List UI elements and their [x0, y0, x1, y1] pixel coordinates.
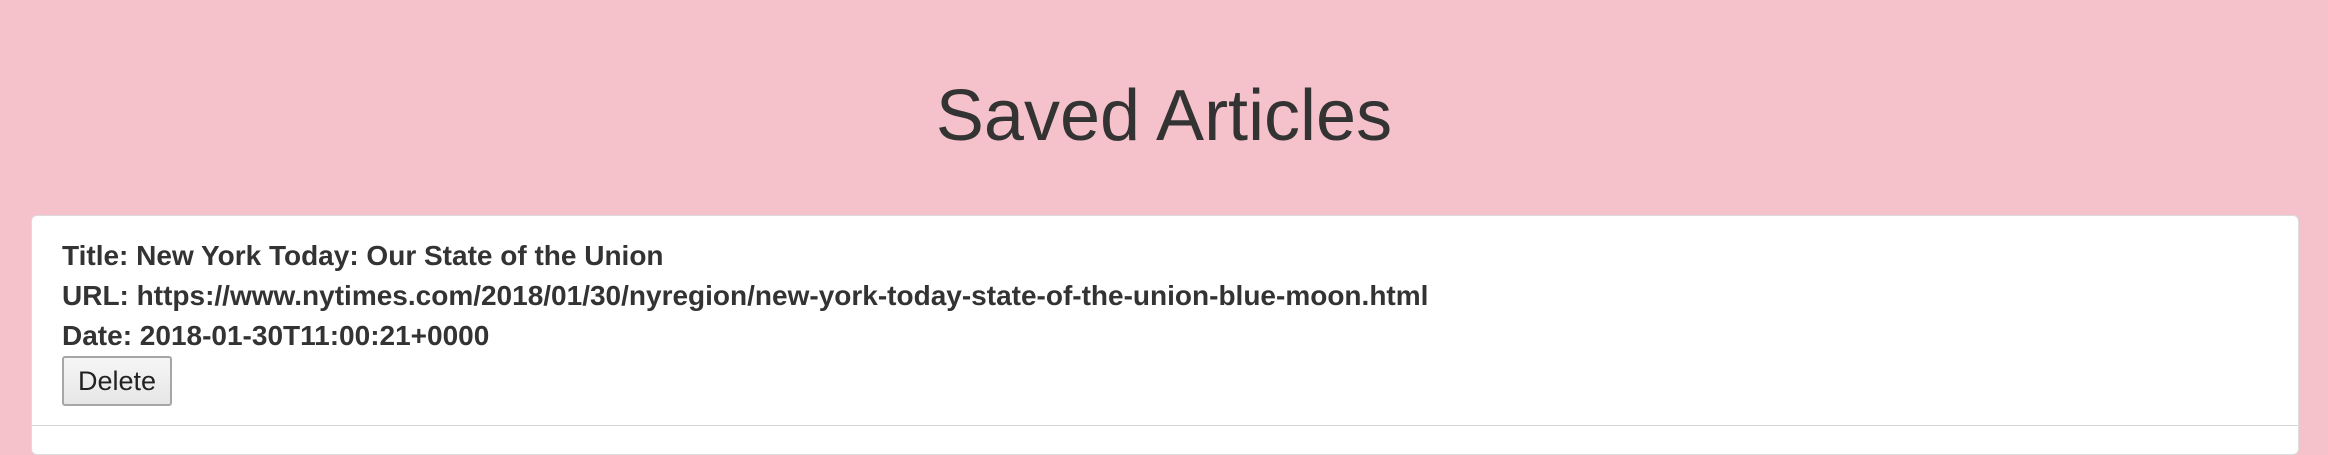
article-details: Title: New York Today: Our State of the …	[62, 236, 2278, 406]
card-divider	[32, 425, 2298, 426]
delete-button[interactable]: Delete	[62, 356, 173, 406]
article-title: Title: New York Today: Our State of the …	[62, 240, 664, 271]
page-title: Saved Articles	[935, 76, 1393, 156]
article-date: Date: 2018-01-30T11:00:21+0000	[62, 320, 490, 351]
article-card: Title: New York Today: Our State of the …	[31, 215, 2299, 455]
article-url: URL: https://www.nytimes.com/2018/01/30/…	[62, 280, 1429, 311]
